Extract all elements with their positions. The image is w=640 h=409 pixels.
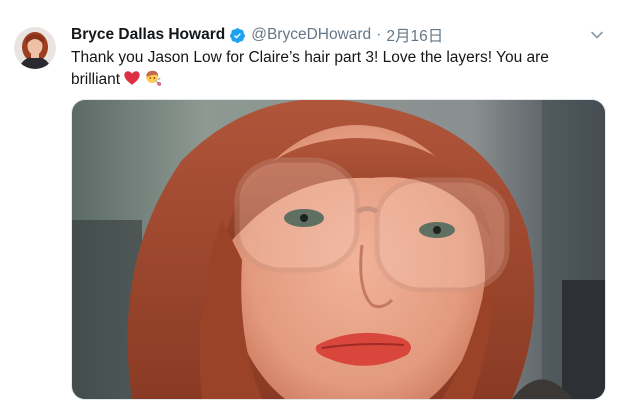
tweet[interactable]: Bryce Dallas Howard @BryceDHoward · 2月16… [0, 0, 640, 409]
tweet-media-photo[interactable] [71, 99, 606, 400]
author-avatar[interactable] [14, 27, 56, 69]
tweet-text: Thank you Jason Low for Claire’s hair pa… [71, 47, 591, 91]
author-display-name[interactable]: Bryce Dallas Howard [71, 26, 225, 44]
red-heart-emoji-icon [123, 69, 141, 87]
verified-badge-icon [229, 27, 246, 44]
avatar-image [14, 27, 56, 69]
chevron-down-icon[interactable] [588, 26, 606, 44]
tweet-text-body: Thank you Jason Low for Claire’s hair pa… [71, 49, 549, 88]
selfie-photo [72, 100, 605, 399]
tweet-date[interactable]: 2月16日 [386, 24, 443, 46]
header-separator: · [376, 26, 382, 43]
tweet-header: Bryce Dallas Howard @BryceDHoward · 2月16… [71, 24, 443, 46]
author-handle[interactable]: @BryceDHoward [251, 26, 371, 44]
haircut-emoji-icon [144, 69, 162, 87]
